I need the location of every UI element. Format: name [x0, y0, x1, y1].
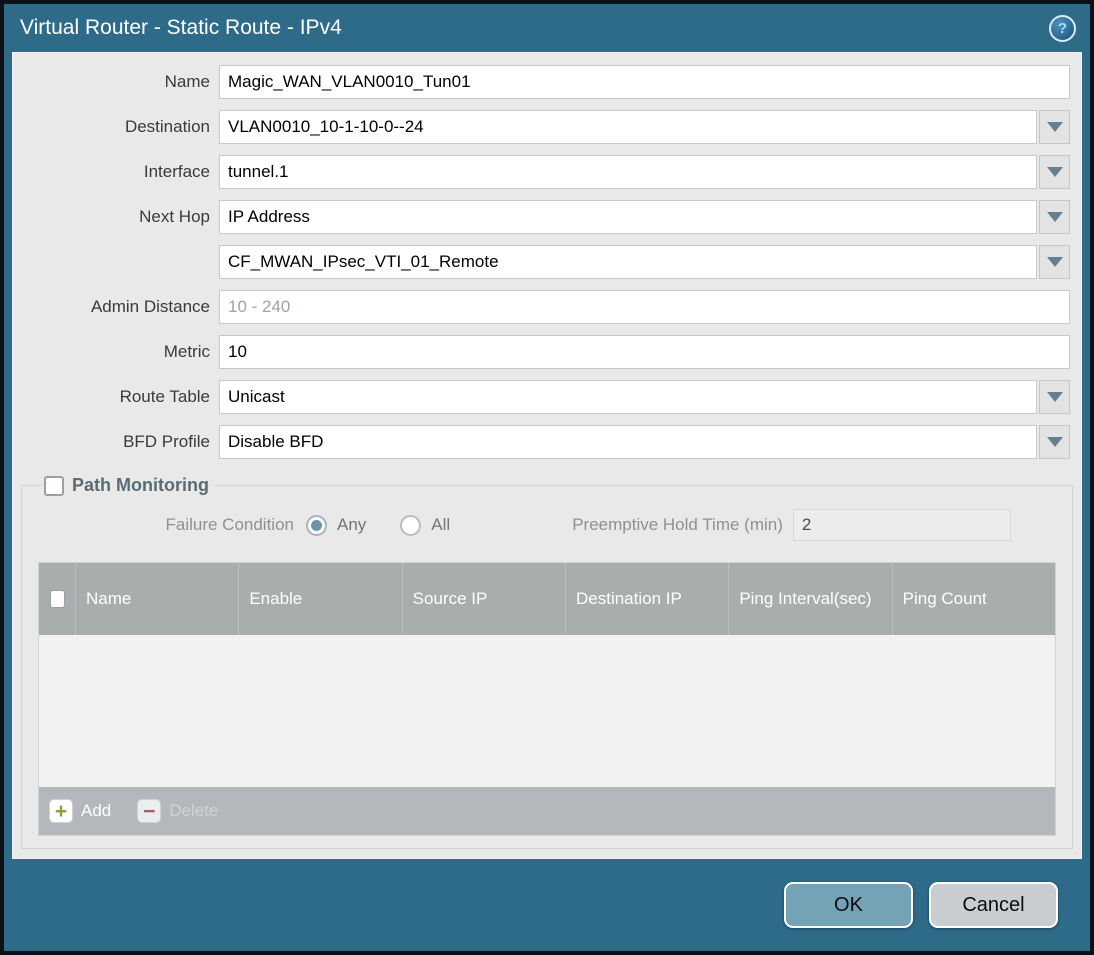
select-all-cell — [39, 563, 76, 635]
plus-icon: + — [49, 799, 73, 823]
path-monitoring-table: Name Enable Source IP Destination IP Pin… — [38, 562, 1056, 836]
bfd-profile-input[interactable] — [219, 425, 1037, 459]
chevron-down-icon — [1046, 212, 1063, 222]
admin-distance-input[interactable] — [219, 290, 1070, 324]
interface-row: Interface — [13, 155, 1081, 189]
failure-condition-all-radio[interactable] — [400, 514, 422, 536]
column-header-ping-interval[interactable]: Ping Interval(sec) — [729, 563, 893, 635]
interface-dropdown-button[interactable] — [1039, 155, 1070, 189]
next-hop-address-input[interactable] — [219, 245, 1037, 279]
failure-condition-row: Failure Condition Any All Preemptive Hol… — [36, 508, 1058, 542]
column-header-name[interactable]: Name — [76, 563, 240, 635]
static-route-dialog: Virtual Router - Static Route - IPv4 ? N… — [0, 0, 1094, 955]
name-row: Name — [13, 65, 1081, 99]
dialog-titlebar: Virtual Router - Static Route - IPv4 ? — [4, 4, 1090, 52]
bfd-profile-label: BFD Profile — [123, 432, 210, 451]
column-header-destination-ip[interactable]: Destination IP — [566, 563, 730, 635]
next-hop-label: Next Hop — [139, 207, 210, 226]
column-header-enable[interactable]: Enable — [239, 563, 403, 635]
help-icon[interactable]: ? — [1049, 14, 1076, 42]
dialog-content: Name Destination Interface — [12, 52, 1082, 859]
failure-condition-all-label: All — [431, 515, 451, 534]
dialog-footer: OK Cancel — [4, 859, 1090, 951]
table-toolbar: + Add − Delete — [39, 787, 1055, 835]
add-button-label: Add — [81, 801, 112, 820]
destination-label: Destination — [124, 117, 210, 136]
route-table-row: Route Table — [13, 380, 1081, 414]
next-hop-type-dropdown-button[interactable] — [1039, 200, 1070, 234]
chevron-down-icon — [1046, 257, 1063, 267]
name-input[interactable] — [219, 65, 1070, 99]
table-header-row: Name Enable Source IP Destination IP Pin… — [39, 563, 1055, 635]
destination-row: Destination — [13, 110, 1081, 144]
metric-input[interactable] — [219, 335, 1070, 369]
interface-input[interactable] — [219, 155, 1037, 189]
delete-button[interactable]: − Delete — [137, 799, 218, 823]
delete-button-label: Delete — [169, 801, 219, 820]
ok-button[interactable]: OK — [784, 882, 913, 928]
preemptive-hold-time-input[interactable] — [792, 509, 1011, 541]
table-body-empty — [39, 635, 1055, 787]
minus-icon: − — [137, 799, 162, 823]
cancel-button[interactable]: Cancel — [929, 882, 1058, 928]
add-button[interactable]: + Add — [49, 799, 111, 823]
chevron-down-icon — [1046, 392, 1063, 402]
admin-distance-row: Admin Distance — [13, 290, 1081, 324]
admin-distance-label: Admin Distance — [90, 297, 210, 316]
failure-condition-any-label: Any — [337, 515, 367, 534]
metric-label: Metric — [163, 342, 210, 361]
failure-condition-any-radio[interactable] — [306, 514, 327, 536]
failure-condition-label: Failure Condition — [165, 515, 294, 534]
chevron-down-icon — [1046, 437, 1063, 447]
next-hop-address-dropdown-button[interactable] — [1039, 245, 1070, 279]
dialog-title: Virtual Router - Static Route - IPv4 — [20, 16, 342, 39]
metric-row: Metric — [13, 335, 1081, 369]
destination-input[interactable] — [219, 110, 1037, 144]
route-table-dropdown-button[interactable] — [1039, 380, 1070, 414]
preemptive-hold-time-label: Preemptive Hold Time (min) — [572, 515, 783, 534]
chevron-down-icon — [1046, 122, 1063, 132]
interface-label: Interface — [143, 162, 210, 181]
path-monitoring-checkbox[interactable] — [44, 475, 64, 496]
column-header-ping-count[interactable]: Ping Count — [893, 563, 1055, 635]
route-table-input[interactable] — [219, 380, 1037, 414]
chevron-down-icon — [1046, 167, 1063, 177]
destination-dropdown-button[interactable] — [1039, 110, 1070, 144]
next-hop-type-input[interactable] — [219, 200, 1037, 234]
select-all-checkbox[interactable] — [49, 590, 65, 608]
path-monitoring-title: Path Monitoring — [72, 475, 209, 495]
column-header-source-ip[interactable]: Source IP — [403, 563, 566, 635]
bfd-profile-dropdown-button[interactable] — [1039, 425, 1070, 459]
route-table-label: Route Table — [119, 387, 210, 406]
next-hop-address-row — [13, 245, 1081, 279]
next-hop-row: Next Hop — [13, 200, 1081, 234]
name-label: Name — [164, 72, 210, 91]
bfd-profile-row: BFD Profile — [13, 425, 1081, 459]
path-monitoring-legend: Path Monitoring — [42, 475, 215, 496]
path-monitoring-section: Path Monitoring Failure Condition Any Al… — [21, 475, 1073, 849]
